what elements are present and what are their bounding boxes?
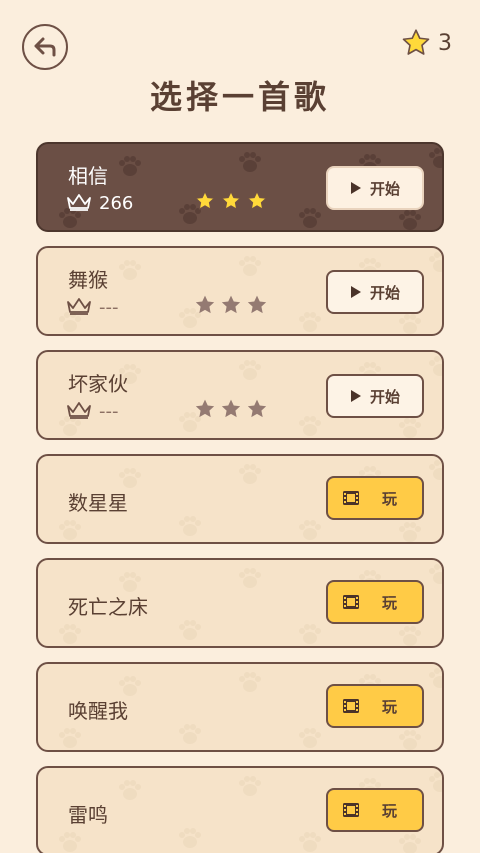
- star-counter: 3: [400, 28, 452, 58]
- rating-stars: [194, 190, 268, 216]
- song-name: 死亡之床: [68, 595, 148, 619]
- song-card[interactable]: 坏家伙 --- 开始: [36, 350, 444, 440]
- song-card[interactable]: 死亡之床 玩: [36, 558, 444, 648]
- star-empty-icon: [246, 398, 268, 424]
- start-button[interactable]: 开始: [326, 374, 424, 418]
- rating-stars: [194, 294, 268, 320]
- star-filled-icon: [220, 190, 242, 216]
- film-icon: [343, 699, 359, 713]
- song-card[interactable]: 唤醒我 玩: [36, 662, 444, 752]
- song-name: 相信: [68, 164, 108, 188]
- song-name: 坏家伙: [68, 372, 128, 396]
- play-triangle-icon: [350, 390, 361, 402]
- start-button[interactable]: 开始: [326, 270, 424, 314]
- start-button-label: 开始: [369, 387, 400, 406]
- star-icon: [402, 29, 430, 55]
- song-card[interactable]: 舞猴 --- 开始: [36, 246, 444, 336]
- star-empty-icon: [220, 398, 242, 424]
- song-name: 雷鸣: [68, 803, 108, 827]
- film-icon: [343, 595, 359, 609]
- song-select-screen: 3 选择一首歌 相信 266 开始 舞猴 --- 开始 坏家伙 --- 开始 数星星玩死亡之床玩唤…: [0, 0, 480, 853]
- song-card[interactable]: 数星星 玩: [36, 454, 444, 544]
- play-video-button-label: 玩: [382, 489, 398, 508]
- play-triangle-icon: [350, 286, 361, 298]
- star-empty-icon: [194, 294, 216, 320]
- play-video-button[interactable]: 玩: [326, 788, 424, 832]
- rating-stars: [194, 398, 268, 424]
- star-empty-icon: [246, 294, 268, 320]
- play-video-button-label: 玩: [382, 801, 398, 820]
- play-video-button[interactable]: 玩: [326, 476, 424, 520]
- song-name: 舞猴: [68, 268, 108, 292]
- crown-icon: [66, 193, 92, 215]
- crown-icon: [66, 401, 92, 423]
- star-count-value: 3: [438, 30, 452, 56]
- play-video-button-label: 玩: [382, 697, 398, 716]
- start-button-label: 开始: [369, 283, 400, 302]
- play-video-button[interactable]: 玩: [326, 580, 424, 624]
- play-video-button[interactable]: 玩: [326, 684, 424, 728]
- start-button-label: 开始: [369, 179, 400, 198]
- film-icon: [343, 491, 359, 505]
- play-video-button-label: 玩: [382, 593, 398, 612]
- song-name: 数星星: [68, 491, 128, 515]
- back-button[interactable]: [22, 24, 68, 70]
- star-filled-icon: [194, 190, 216, 216]
- back-arrow-icon: [34, 37, 56, 57]
- star-empty-icon: [194, 398, 216, 424]
- star-empty-icon: [220, 294, 242, 320]
- start-button[interactable]: 开始: [326, 166, 424, 210]
- song-name: 唤醒我: [68, 699, 128, 723]
- film-icon: [343, 803, 359, 817]
- high-score: ---: [99, 401, 119, 422]
- song-card[interactable]: 相信 266 开始: [36, 142, 444, 232]
- high-score: 266: [99, 193, 134, 214]
- page-title: 选择一首歌: [149, 78, 330, 116]
- play-triangle-icon: [350, 182, 361, 194]
- star-filled-icon: [246, 190, 268, 216]
- crown-icon: [66, 297, 92, 319]
- high-score: ---: [99, 297, 119, 318]
- song-card[interactable]: 雷鸣 玩: [36, 766, 444, 853]
